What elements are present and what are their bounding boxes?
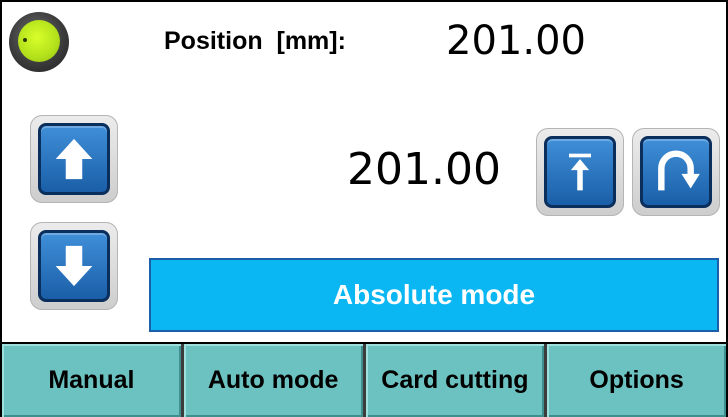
u-turn-button[interactable] [632,128,720,216]
tab-card-cutting[interactable]: Card cutting [365,344,548,417]
machine-control-screen: Position [mm]: 201.00 201.00 Absolute mo… [0,0,728,417]
status-lamp-icon [9,12,69,72]
bottom-tab-bar: Manual Auto mode Card cutting Options [2,342,726,417]
position-value: 201.00 [446,18,586,64]
absolute-mode-button[interactable]: Absolute mode [149,258,719,332]
tab-options[interactable]: Options [547,344,726,417]
position-label: Position [mm]: [164,27,346,55]
move-down-button[interactable] [30,222,118,310]
u-turn-icon [640,136,712,208]
move-up-button[interactable] [30,115,118,203]
tab-manual[interactable]: Manual [2,344,184,417]
status-lamp-dot [23,38,27,42]
tab-auto-mode[interactable]: Auto mode [183,344,366,417]
move-to-top-button[interactable] [536,128,624,216]
target-position-value: 201.00 [347,144,501,195]
move-to-top-icon [544,136,616,208]
arrow-up-icon [38,123,110,195]
arrow-down-icon [38,230,110,302]
